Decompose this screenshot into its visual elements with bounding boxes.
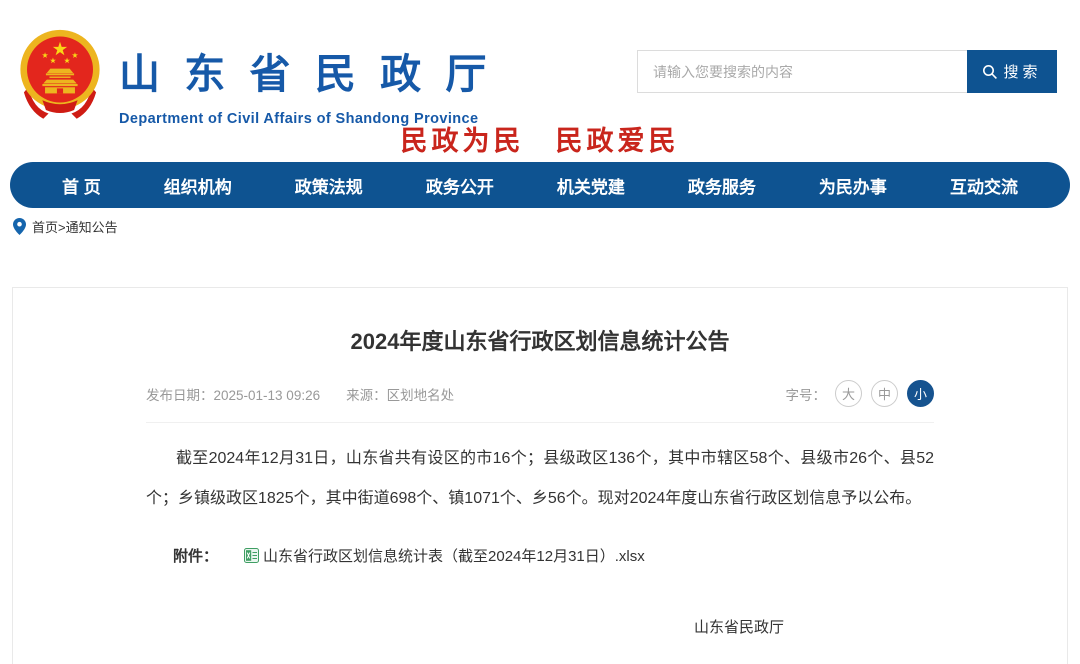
breadcrumb-text[interactable]: 首页>通知公告 xyxy=(32,217,118,236)
nav-item-organization[interactable]: 组织机构 xyxy=(164,173,232,198)
attachment-link[interactable]: 山东省行政区划信息统计表（截至2024年12月31日）.xlsx xyxy=(244,545,645,566)
source-value: 区划地名处 xyxy=(387,388,455,403)
search-button-label: 搜索 xyxy=(1003,61,1041,82)
article-title: 2024年度山东省行政区划信息统计公告 xyxy=(13,324,1067,356)
article-body: 截至2024年12月31日，山东省共有设区的市16个；县级政区136个，其中市辖… xyxy=(146,439,934,519)
search-icon xyxy=(982,64,998,80)
slogan-text: 民政为民 民政爱民 xyxy=(0,119,1080,158)
breadcrumb: 首页>通知公告 xyxy=(0,208,1080,236)
site-title-block: 山 东 省 民 政 厅 Department of Civil Affairs … xyxy=(119,40,491,127)
site-header: 山 东 省 民 政 厅 Department of Civil Affairs … xyxy=(0,0,1080,162)
publish-date: 发布日期：2025-01-13 09:26 xyxy=(146,384,320,404)
source: 来源：区划地名处 xyxy=(346,384,454,404)
article-meta-left: 发布日期：2025-01-13 09:26 来源：区划地名处 xyxy=(146,384,454,404)
article-signature: 山东省民政厅 xyxy=(146,616,934,637)
attachment-label: 附件： xyxy=(173,545,218,566)
nav-item-citizen-services[interactable]: 为民办事 xyxy=(819,173,887,198)
attachment-name: 山东省行政区划信息统计表（截至2024年12月31日）.xlsx xyxy=(263,545,645,566)
location-pin-icon xyxy=(13,218,26,235)
meta-divider xyxy=(146,422,934,423)
excel-file-icon xyxy=(244,548,259,563)
nav-item-gov-disclosure[interactable]: 政务公开 xyxy=(426,173,494,198)
article-content: 发布日期：2025-01-13 09:26 来源：区划地名处 字号： 大 中 小… xyxy=(13,380,1067,664)
publish-date-label: 发布日期： xyxy=(146,388,214,403)
site-title: 山 东 省 民 政 厅 xyxy=(119,40,491,100)
font-size-control: 字号： 大 中 小 xyxy=(786,380,935,407)
page: 山 东 省 民 政 厅 Department of Civil Affairs … xyxy=(0,0,1080,664)
article-card: 2024年度山东省行政区划信息统计公告 发布日期：2025-01-13 09:2… xyxy=(12,287,1068,664)
font-size-label: 字号： xyxy=(786,384,827,404)
publish-date-value: 2025-01-13 09:26 xyxy=(214,388,321,403)
article-meta-row: 发布日期：2025-01-13 09:26 来源：区划地名处 字号： 大 中 小 xyxy=(146,380,934,407)
search-button[interactable]: 搜索 xyxy=(967,50,1057,93)
search-box: 搜索 xyxy=(637,50,1057,93)
source-label: 来源： xyxy=(346,388,387,403)
nav-item-home[interactable]: 首 页 xyxy=(62,173,101,198)
nav-item-interaction[interactable]: 互动交流 xyxy=(950,173,1018,198)
nav-item-party-building[interactable]: 机关党建 xyxy=(557,173,625,198)
font-size-medium-button[interactable]: 中 xyxy=(871,380,898,407)
attachment-row: 附件： 山东省行政区划信息统计表（截至2024年12月31日）.xlsx xyxy=(146,545,934,566)
nav-item-gov-services[interactable]: 政务服务 xyxy=(688,173,756,198)
search-input[interactable] xyxy=(637,50,967,93)
nav-item-policies[interactable]: 政策法规 xyxy=(295,173,363,198)
font-size-small-button[interactable]: 小 xyxy=(907,380,934,407)
national-emblem-icon xyxy=(16,26,104,120)
font-size-large-button[interactable]: 大 xyxy=(835,380,862,407)
main-nav: 首 页 组织机构 政策法规 政务公开 机关党建 政务服务 为民办事 互动交流 xyxy=(10,162,1070,208)
